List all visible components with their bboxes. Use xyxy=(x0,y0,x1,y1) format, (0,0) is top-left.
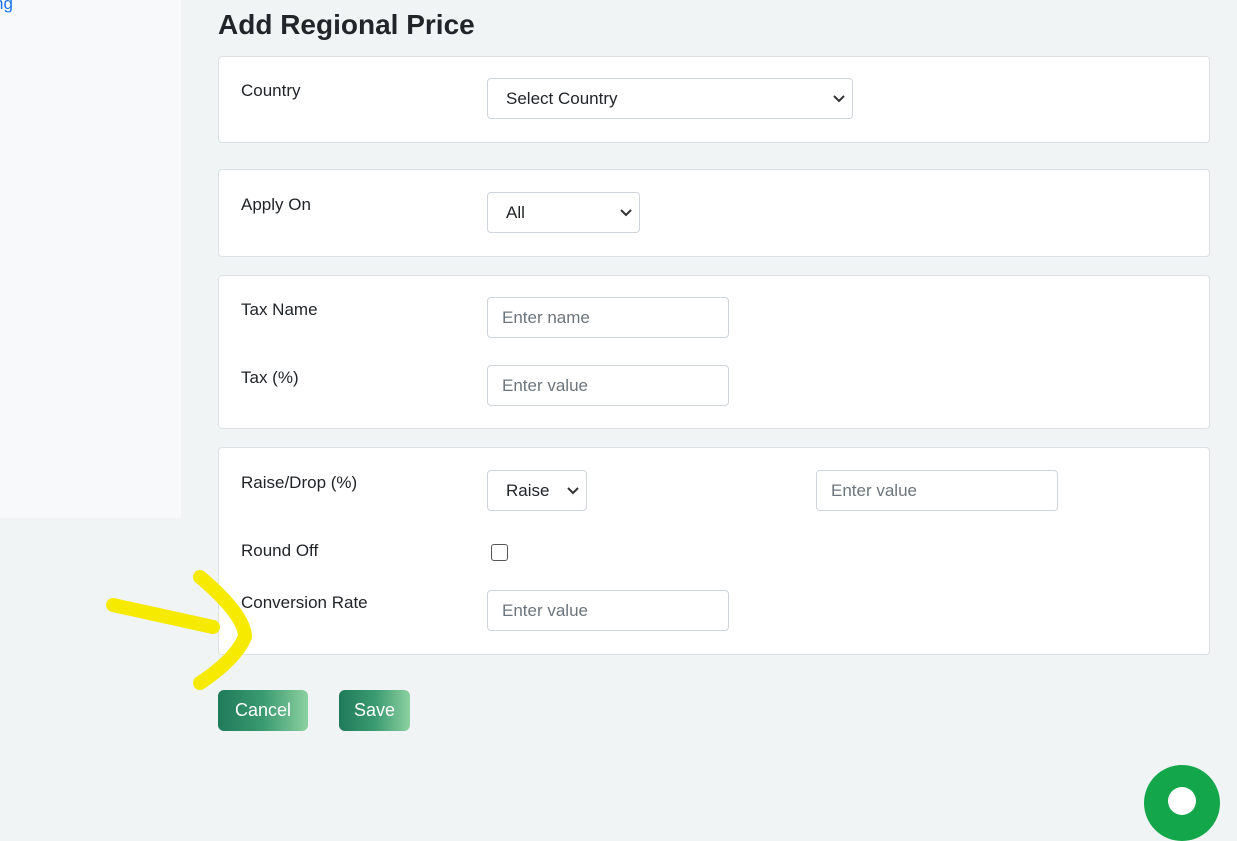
raise-drop-select-value: Raise xyxy=(506,480,550,500)
chevron-down-icon xyxy=(826,94,852,103)
apply-on-card: Apply On All xyxy=(218,169,1210,257)
annotation-arrow-icon xyxy=(106,570,253,690)
chat-fab-button[interactable] xyxy=(1144,765,1220,841)
tax-percent-label: Tax (%) xyxy=(241,368,299,387)
apply-on-label: Apply On xyxy=(241,195,311,214)
round-off-checkbox[interactable] xyxy=(491,544,508,561)
sidebar: ng xyxy=(0,0,181,518)
raise-drop-label: Raise/Drop (%) xyxy=(241,473,358,492)
tax-card: Tax Name Tax (%) xyxy=(218,275,1210,429)
country-select[interactable]: Select Country xyxy=(487,78,853,119)
round-off-label: Round Off xyxy=(241,541,319,560)
tax-name-label: Tax Name xyxy=(241,300,318,319)
conversion-rate-input[interactable] xyxy=(487,590,729,631)
country-card: Country Select Country xyxy=(218,56,1210,143)
price-adjust-card: Raise/Drop (%) Raise Round Off Conversio… xyxy=(218,447,1210,655)
country-select-value: Select Country xyxy=(506,88,618,108)
save-button[interactable]: Save xyxy=(339,690,410,731)
raise-drop-select[interactable]: Raise xyxy=(487,470,587,511)
page-title: Add Regional Price xyxy=(218,9,475,40)
apply-on-select-value: All xyxy=(506,202,525,222)
chat-icon xyxy=(1168,787,1196,815)
chevron-down-icon xyxy=(560,486,586,495)
apply-on-select[interactable]: All xyxy=(487,192,640,233)
tax-percent-input[interactable] xyxy=(487,365,729,406)
raise-drop-value-input[interactable] xyxy=(816,470,1058,511)
chevron-down-icon xyxy=(613,208,639,217)
cancel-button[interactable]: Cancel xyxy=(218,690,308,731)
sidebar-link[interactable]: ng xyxy=(0,0,13,14)
tax-name-input[interactable] xyxy=(487,297,729,338)
country-label: Country xyxy=(241,81,301,100)
